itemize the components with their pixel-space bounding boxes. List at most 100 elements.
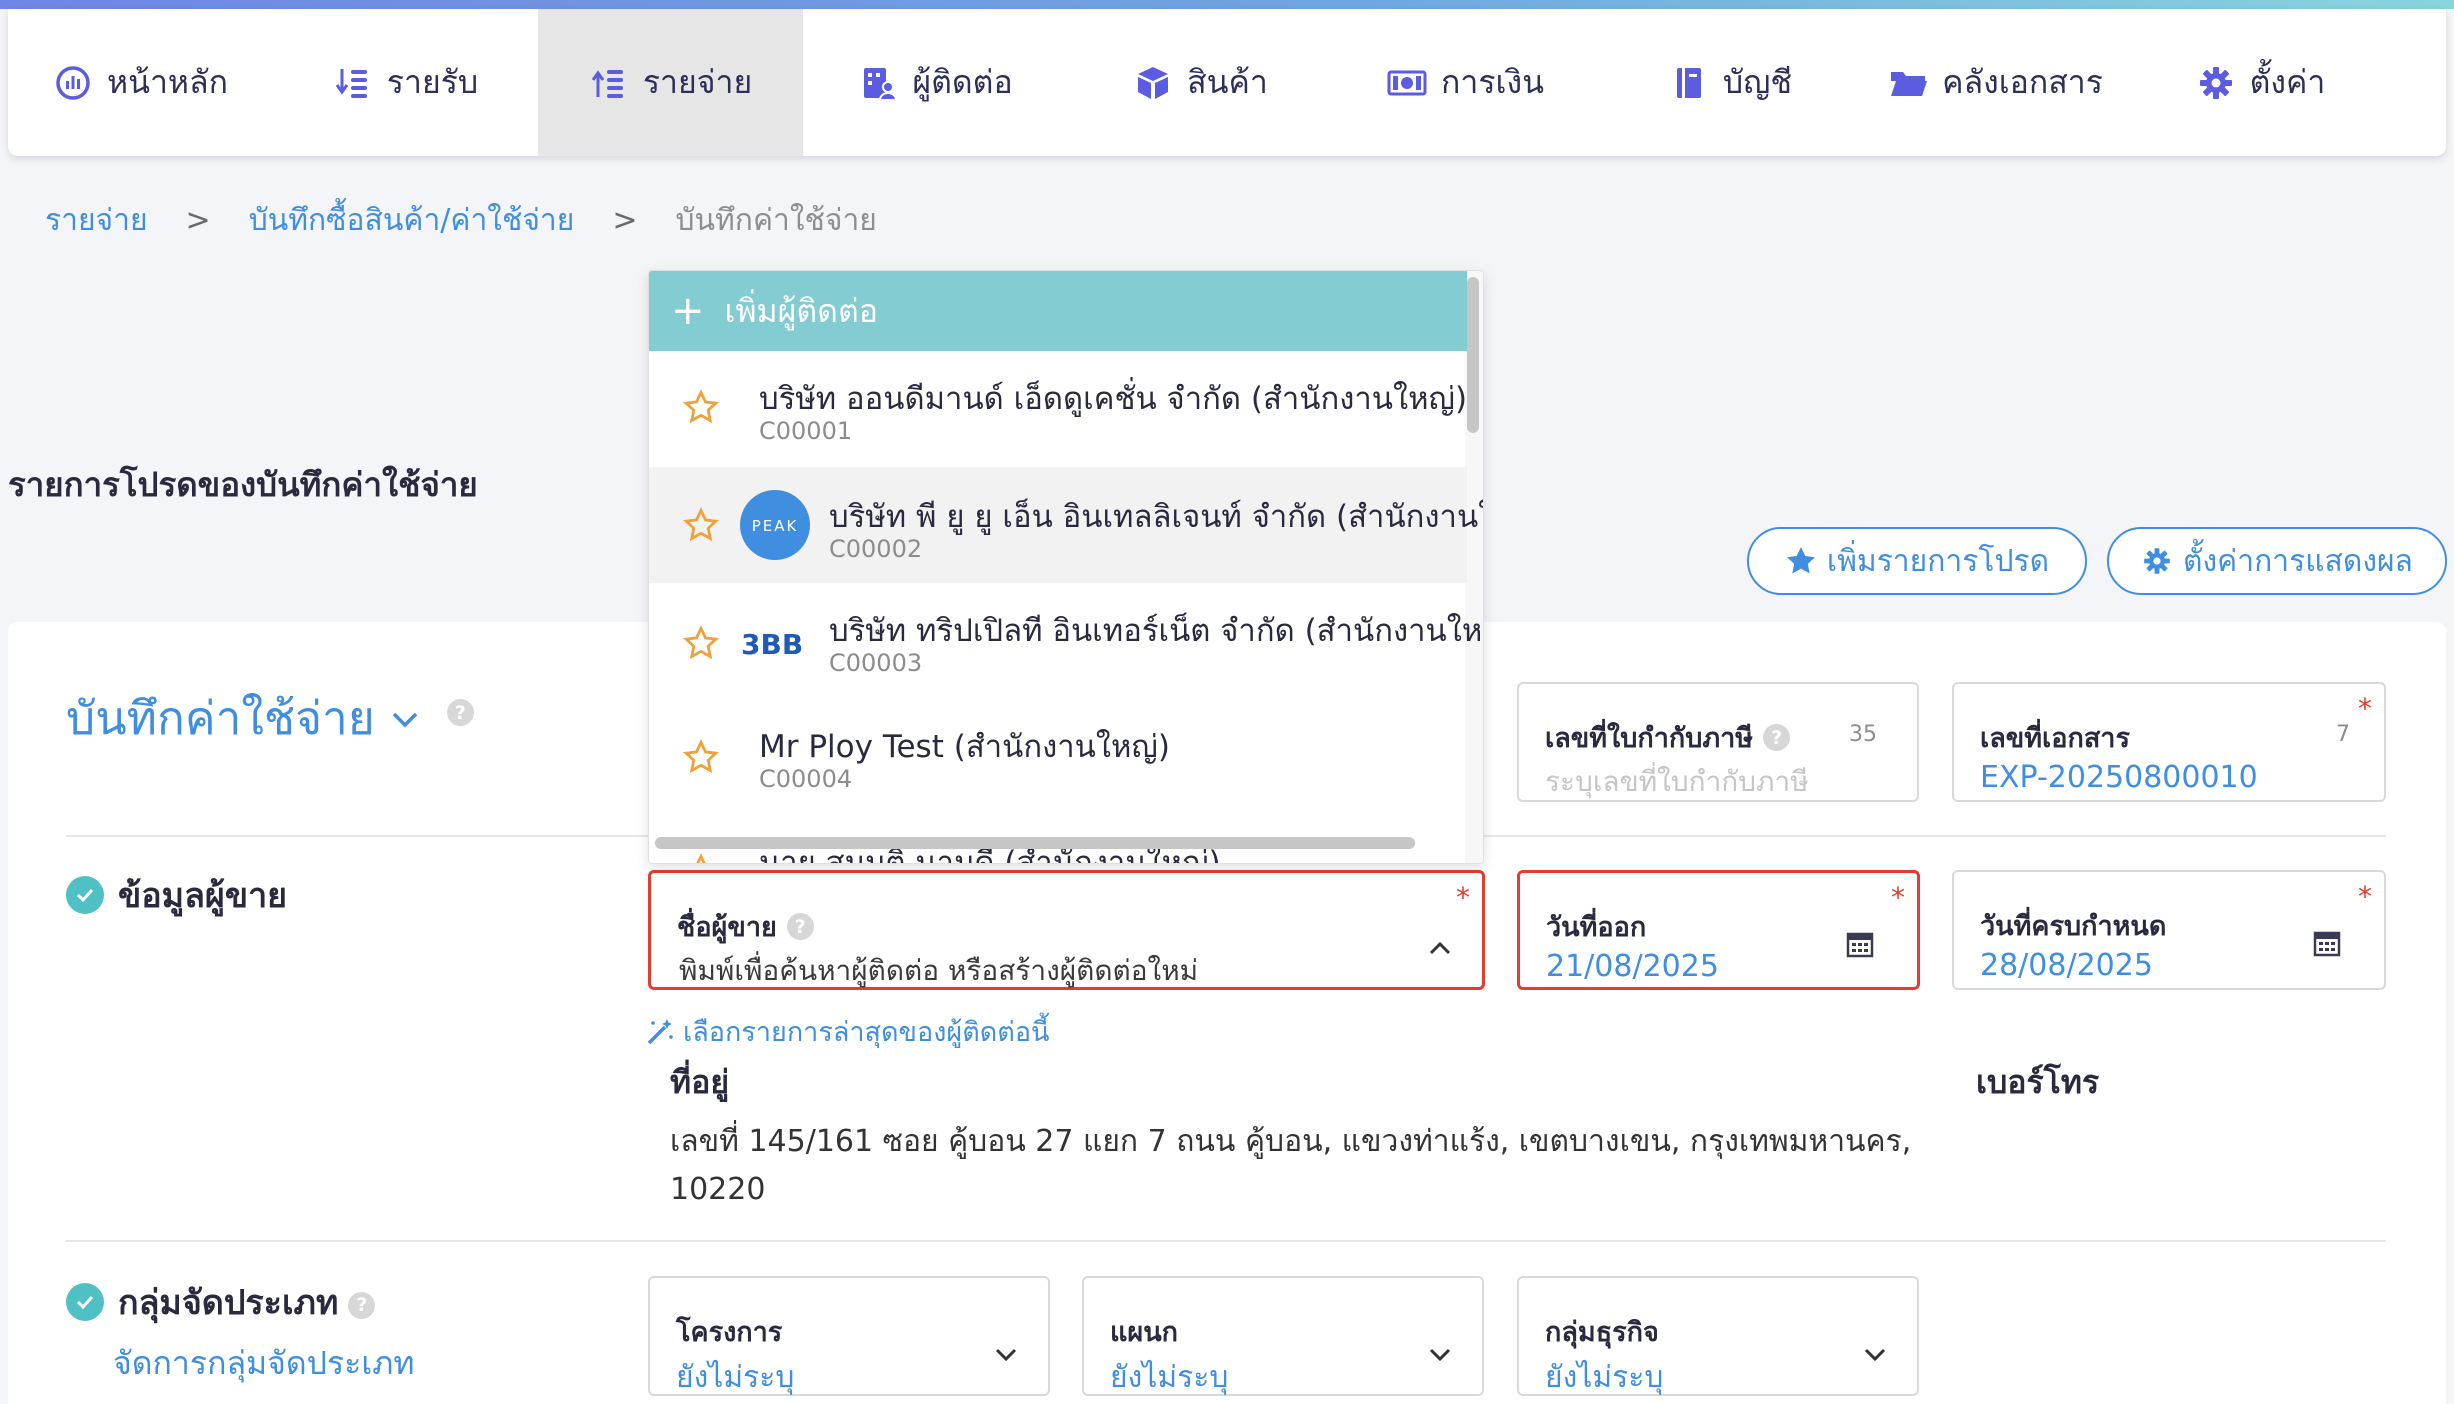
main-nav: หน้าหลัก รายรับ รายจ่าย ผู้ติดต่อ สินค้า… [8, 9, 2446, 156]
magic-wand-icon [647, 1018, 673, 1044]
breadcrumb-current: บันทึกค่าใช้จ่าย [675, 203, 877, 238]
gear-icon [2196, 63, 2236, 103]
display-settings-label: ตั้งค่าการแสดงผล [2183, 543, 2413, 579]
nav-item-label: คลังเอกสาร [1942, 63, 2103, 101]
star-outline-icon[interactable] [683, 853, 719, 864]
seller-name-input[interactable]: พิมพ์เพื่อค้นหาผู้ติดต่อ หรือสร้างผู้ติด… [679, 949, 1198, 993]
department-select[interactable]: แผนก ยังไม่ระบุ [1082, 1276, 1484, 1396]
nav-item-finance[interactable]: การเงิน [1333, 9, 1598, 156]
seller-section-label: ข้อมูลผู้ขาย [118, 876, 288, 916]
money-icon [1387, 63, 1427, 103]
nav-item-dashboard[interactable]: หน้าหลัก [8, 9, 273, 156]
tax-invoice-placeholder: ระบุเลขที่ใบกำกับภาษี [1545, 765, 1809, 798]
chevron-up-icon[interactable] [1424, 933, 1456, 965]
add-contact-label: เพิ่มผู้ติดต่อ [724, 291, 878, 330]
help-icon[interactable]: ? [786, 913, 814, 940]
phone-label: เบอร์โทร [1976, 1063, 2100, 1101]
tax-invoice-number-field[interactable]: เลขที่ใบกำกับภาษี ? 35 ระบุเลขที่ใบกำกับ… [1517, 682, 1919, 802]
project-label: โครงการ [676, 1317, 783, 1348]
nav-item-contact[interactable]: ผู้ติดต่อ [803, 9, 1068, 156]
seller-section-title: ข้อมูลผู้ขาย [66, 868, 287, 922]
product-box-icon [1133, 63, 1173, 103]
help-icon[interactable]: ? [348, 1291, 376, 1319]
breadcrumb-link-expense[interactable]: รายจ่าย [45, 197, 148, 244]
contact-code: C00002 [829, 535, 923, 563]
contact-option[interactable]: Mr Ploy Test (สำนักงานใหญ่) C00004 [649, 699, 1467, 815]
project-select[interactable]: โครงการ ยังไม่ระบุ [648, 1276, 1050, 1396]
star-outline-icon[interactable] [683, 507, 719, 543]
nav-item-documents[interactable]: คลังเอกสาร [1863, 9, 2128, 156]
contact-code: C00001 [759, 417, 853, 445]
calendar-icon[interactable] [1845, 929, 1875, 959]
nav-item-product[interactable]: สินค้า [1068, 9, 1333, 156]
contact-option[interactable]: 3BB บริษัท ทริปเปิลที อินเทอร์เน็ต จำกัด… [649, 583, 1483, 699]
star-outline-icon[interactable] [683, 625, 719, 661]
contact-icon [858, 63, 898, 103]
document-type-selector[interactable]: บันทึกค่าใช้จ่าย ? [66, 682, 474, 755]
business-group-select[interactable]: กลุ่มธุรกิจ ยังไม่ระบุ [1517, 1276, 1919, 1396]
required-marker: * [2358, 692, 2372, 725]
help-icon[interactable]: ? [446, 699, 474, 726]
required-marker: * [1456, 881, 1470, 914]
breadcrumb-link-purchase[interactable]: บันทึกซื้อสินค้า/ค่าใช้จ่าย [249, 197, 575, 244]
contact-name: บริษัท ทริปเปิลที อินเทอร์เน็ต จำกัด (สำ… [829, 613, 1484, 649]
address-text: เลขที่ 145/161 ซอย คู้บอน 27 แยก 7 ถนน ค… [670, 1124, 1912, 1207]
manage-classification-link[interactable]: จัดการกลุ่มจัดประเภท [113, 1338, 414, 1389]
chevron-down-icon [392, 712, 418, 727]
document-number-label: เลขที่เอกสาร [1980, 723, 2130, 754]
calendar-icon[interactable] [2312, 928, 2342, 958]
add-contact-option[interactable]: + เพิ่มผู้ติดต่อ [649, 271, 1467, 351]
seller-name-label: ชื่อผู้ขาย [677, 912, 777, 943]
contact-option[interactable]: บริษัท ออนดีมานด์ เอ็ดดูเคชั่น จำกัด (สำ… [649, 351, 1467, 467]
issue-date-label: วันที่ออก [1546, 912, 1647, 943]
department-value: ยังไม่ระบุ [1110, 1360, 1229, 1395]
star-icon [1786, 547, 1815, 574]
contact-code: C00004 [759, 765, 853, 793]
star-outline-icon[interactable] [683, 739, 719, 775]
nav-item-income[interactable]: รายรับ [273, 9, 538, 156]
chevron-down-icon [1864, 1348, 1886, 1362]
display-settings-button[interactable]: ตั้งค่าการแสดงผล [2107, 527, 2447, 595]
recent-items-link[interactable]: เลือกรายการล่าสุดของผู้ติดต่อนี้ [645, 1010, 1050, 1053]
nav-item-label: รายจ่าย [642, 63, 753, 101]
help-icon[interactable]: ? [1763, 724, 1791, 751]
due-date-field[interactable]: วันที่ครบกำหนด * 28/08/2025 [1952, 870, 2386, 990]
company-logo: 3BB [741, 628, 803, 661]
company-logo: PEAK [740, 490, 810, 560]
nav-item-label: ผู้ติดต่อ [912, 63, 1013, 101]
issue-date-field[interactable]: วันที่ออก * 21/08/2025 [1517, 870, 1920, 990]
company-logo-text: 3BB [741, 628, 803, 661]
address-label: ที่อยู่ [670, 1063, 730, 1101]
tax-invoice-label: เลขที่ใบกำกับภาษี [1545, 723, 1754, 754]
document-title: บันทึกค่าใช้จ่าย [66, 691, 375, 745]
nav-item-label: หน้าหลัก [106, 63, 228, 101]
nav-item-expense[interactable]: รายจ่าย [538, 9, 803, 156]
company-logo-text: PEAK [752, 517, 799, 535]
expense-icon [589, 63, 629, 103]
chevron-down-icon [1429, 1348, 1451, 1362]
breadcrumb-separator: > [612, 203, 638, 238]
check-circle-icon [66, 1283, 104, 1321]
gear-icon [2144, 548, 2170, 574]
dropdown-vertical-scrollbar[interactable] [1467, 277, 1479, 433]
due-date-label: วันที่ครบกำหนด [1980, 911, 2167, 942]
star-outline-icon[interactable] [683, 389, 719, 425]
nav-item-settings[interactable]: ตั้งค่า [2128, 9, 2393, 156]
business-group-value: ยังไม่ระบุ [1545, 1360, 1664, 1395]
contact-option[interactable]: PEAK บริษัท พี ยู ยู เอ็น อินเทลลิเจนท์ … [649, 467, 1483, 583]
required-marker: * [1891, 881, 1905, 914]
dashboard-icon [53, 63, 93, 103]
nav-item-accounting[interactable]: บัญชี [1598, 9, 1863, 156]
contact-name: บริษัท ออนดีมานด์ เอ็ดดูเคชั่น จำกัด (สำ… [759, 381, 1468, 417]
nav-item-label: รายรับ [386, 63, 479, 101]
department-label: แผนก [1110, 1317, 1179, 1348]
classification-section-label: กลุ่มจัดประเภท [118, 1283, 339, 1323]
seller-name-field[interactable]: ชื่อผู้ขาย ? * พิมพ์เพื่อค้นหาผู้ติดต่อ … [648, 870, 1485, 990]
add-favorite-button[interactable]: เพิ่มรายการโปรด [1747, 527, 2087, 595]
document-number-field[interactable]: เลขที่เอกสาร 7 * EXP-20250800010 [1952, 682, 2386, 802]
nav-item-label: สินค้า [1187, 63, 1268, 101]
plus-icon: + [671, 288, 705, 334]
accounting-book-icon [1669, 63, 1709, 103]
dropdown-horizontal-scrollbar[interactable] [655, 837, 1415, 849]
issue-date-value: 21/08/2025 [1546, 949, 1719, 984]
